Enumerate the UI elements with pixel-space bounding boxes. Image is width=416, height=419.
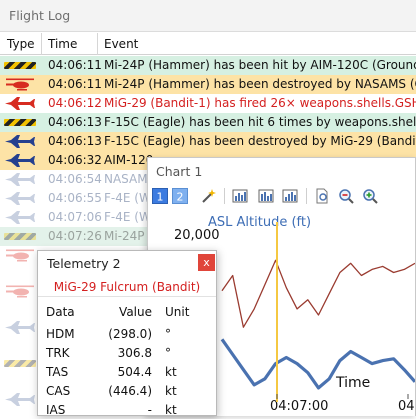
column-separator[interactable] (41, 33, 42, 55)
table-row[interactable]: 04:06:13 F-15C (Eagle) has been hit 6 tim… (0, 113, 416, 132)
chart-layout-icon[interactable] (258, 188, 274, 204)
zoom-out-icon[interactable] (338, 188, 354, 204)
jet-faded-icon (4, 320, 36, 335)
y-tick-label: 20,000 (174, 228, 220, 243)
column-header-type[interactable]: Type (7, 37, 35, 51)
telemetry-value: (298.0) (108, 327, 152, 341)
telemetry-data-label: IAS (46, 403, 66, 417)
telemetry-data-label: HDM (46, 327, 75, 341)
table-row[interactable]: 04:06:13 F-15C (Eagle) has been destroyed… (0, 132, 416, 151)
telemetry-unit: kt (165, 403, 177, 417)
helicopter-red-icon (4, 77, 36, 92)
telemetry-unit: kt (165, 365, 177, 379)
jet-blue-icon (4, 153, 36, 168)
telemetry-value: - (147, 403, 152, 417)
row-time: 04:06:11 (48, 58, 102, 72)
hazard-faded-icon (4, 356, 36, 371)
telemetry-row[interactable]: TRK 306.8 ° (38, 344, 216, 362)
telemetry-title: Telemetry 2 (47, 256, 121, 271)
telemetry-value: 504.4 (117, 365, 152, 379)
jet-faded-icon (4, 210, 36, 225)
hazard-stripe-icon (4, 115, 36, 130)
telemetry-value: (446.4) (108, 384, 152, 398)
column-header-time[interactable]: Time (48, 37, 77, 51)
row-event: Mi-24P (Hammer) has been destroyed by NA… (104, 77, 416, 91)
column-header-value[interactable]: Value (119, 305, 152, 319)
x-tick-label: 04:0 (398, 399, 415, 414)
row-time: 04:06:32 (48, 153, 102, 167)
chart-layout-icon[interactable] (232, 188, 248, 204)
x-tick-label: 04:07:00 (270, 399, 328, 414)
row-event: AIM-120 (104, 153, 154, 167)
jet-faded-icon (4, 172, 36, 187)
row-event: F-15C (Eagle) has been hit 6 times by we… (104, 115, 416, 129)
x-axis-label: Time (335, 375, 370, 391)
column-header-unit[interactable]: Unit (165, 305, 189, 319)
toolbar-separator (306, 188, 307, 204)
row-event: MiG-29 (Bandit-1) has fired 26× weapons.… (104, 96, 416, 110)
close-button[interactable]: x (198, 254, 215, 271)
svg-text:1: 1 (157, 191, 164, 204)
table-row[interactable]: 04:06:11 Mi-24P (Hammer) has been destroy… (0, 75, 416, 94)
flight-log-titlebar: Flight Log (0, 0, 416, 32)
row-time: 04:07:26 (48, 229, 102, 243)
jet-red-icon (4, 96, 36, 111)
telemetry-row[interactable]: TAS 504.4 kt (38, 363, 216, 381)
helicopter-faded-icon (4, 284, 36, 299)
jet-faded-icon (4, 191, 36, 206)
table-header: Type Time Event (0, 33, 416, 55)
chart-title: Chart 1 (156, 164, 203, 179)
hazard-faded-icon (4, 229, 36, 244)
wand-icon[interactable] (200, 188, 216, 204)
row-event: NASAM (104, 172, 148, 186)
row-event: F-4E (W (104, 210, 151, 224)
row-time: 04:06:12 (48, 96, 102, 110)
series-1-button[interactable]: 1 (152, 188, 168, 204)
row-time: 04:06:13 (48, 115, 102, 129)
table-row[interactable]: 04:06:11 Mi-24P (Hammer) has been hit by … (0, 56, 416, 75)
zoom-in-icon[interactable] (362, 188, 378, 204)
telemetry-unit: ° (165, 327, 171, 341)
telemetry-window[interactable]: Telemetry 2 x MiG-29 Fulcrum (Bandit) Da… (37, 250, 217, 419)
column-separator[interactable] (97, 33, 98, 55)
row-event: Mi-24P (104, 229, 145, 243)
row-event: F-4E (W (104, 191, 151, 205)
toolbar-separator (224, 188, 225, 204)
column-header-data[interactable]: Data (46, 305, 75, 319)
hazard-stripe-icon (4, 58, 36, 73)
series-label: ASL Altitude (ft) (208, 215, 311, 230)
jet-blue-icon (4, 134, 36, 149)
telemetry-data-label: CAS (46, 384, 71, 398)
telemetry-row[interactable]: IAS - kt (38, 401, 216, 419)
telemetry-data-label: TRK (46, 346, 70, 360)
row-time: 04:06:11 (48, 77, 102, 91)
row-time: 04:06:54 (48, 172, 102, 186)
telemetry-header: Data Value Unit (38, 303, 216, 321)
telemetry-row[interactable]: HDM (298.0) ° (38, 325, 216, 343)
row-event: Mi-24P (Hammer) has been hit by AIM-120C… (104, 58, 416, 72)
page-icon[interactable] (314, 188, 330, 204)
row-time: 04:06:13 (48, 134, 102, 148)
row-event: F-15C (Eagle) has been destroyed by MiG-… (104, 134, 416, 148)
telemetry-unit: ° (165, 346, 171, 360)
close-icon: x (203, 256, 210, 269)
svg-text:2: 2 (177, 191, 184, 204)
table-row[interactable]: 04:06:12 MiG-29 (Bandit-1) has fired 26× … (0, 94, 416, 113)
jet-faded-icon (4, 392, 36, 407)
row-time: 04:07:06 (48, 210, 102, 224)
row-time: 04:06:55 (48, 191, 102, 205)
series-2-button[interactable]: 2 (172, 188, 188, 204)
helicopter-faded-icon (4, 248, 36, 263)
window-title: Flight Log (9, 8, 71, 23)
telemetry-row[interactable]: CAS (446.4) kt (38, 382, 216, 400)
telemetry-titlebar[interactable]: Telemetry 2 x (38, 251, 216, 275)
chart-layout-icon[interactable] (282, 188, 298, 204)
telemetry-value: 306.8 (117, 346, 152, 360)
telemetry-subject: MiG-29 Fulcrum (Bandit) (38, 277, 216, 297)
telemetry-unit: kt (165, 384, 177, 398)
telemetry-data-label: TAS (46, 365, 69, 379)
column-header-event[interactable]: Event (104, 37, 138, 51)
